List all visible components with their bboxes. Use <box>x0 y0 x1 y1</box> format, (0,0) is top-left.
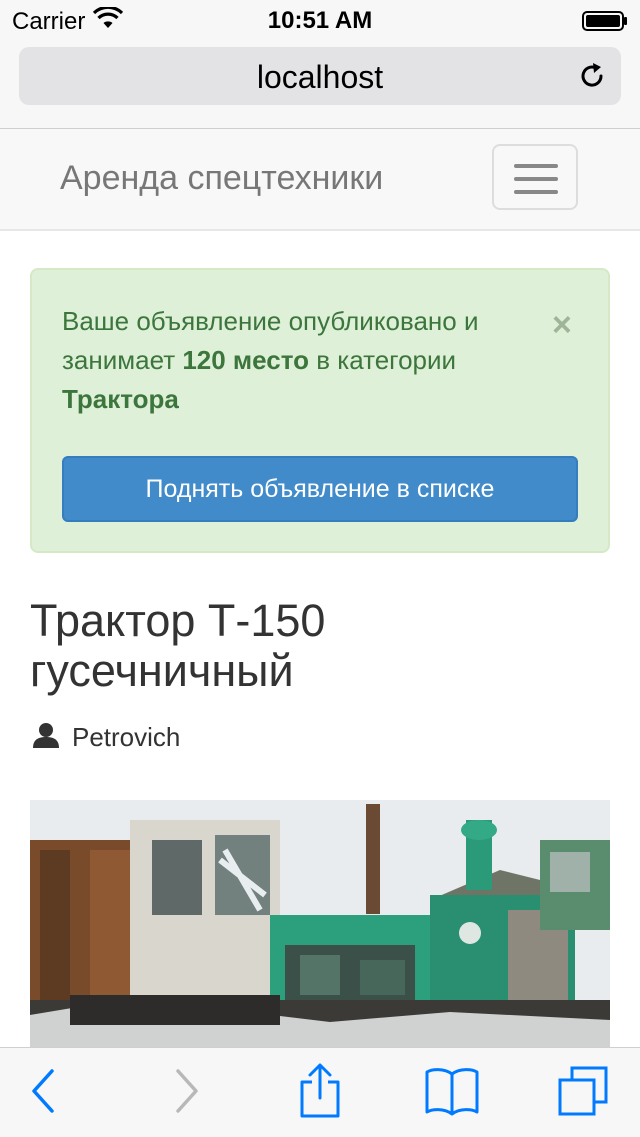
alert-message: Ваше объявление опубликовано и занимает … <box>62 302 532 419</box>
author-name[interactable]: Petrovich <box>72 722 180 753</box>
reload-icon[interactable] <box>577 61 607 91</box>
bookmarks-icon[interactable] <box>424 1066 480 1123</box>
back-icon[interactable] <box>30 1068 56 1119</box>
address-bar[interactable]: localhost <box>19 47 621 105</box>
alert-category: Трактора <box>62 384 179 414</box>
forward-icon[interactable] <box>174 1068 200 1119</box>
close-icon[interactable]: × <box>552 308 572 342</box>
status-left: Carrier <box>12 5 124 36</box>
site-navbar: Аренда спецтехники <box>0 129 640 231</box>
share-icon[interactable] <box>298 1062 342 1123</box>
browser-toolbar <box>0 1047 640 1137</box>
ad-photo[interactable] <box>30 800 610 1048</box>
menu-toggle-button[interactable] <box>492 144 578 210</box>
ad-title: Трактор Т-150 гусечничный <box>30 595 326 696</box>
ad-author: Petrovich <box>32 722 180 753</box>
carrier-label: Carrier <box>12 7 86 35</box>
url-text[interactable]: localhost <box>19 59 621 96</box>
battery-icon <box>582 10 628 31</box>
wifi-icon <box>93 5 124 36</box>
alert-rank: 120 место <box>182 345 310 375</box>
tabs-icon[interactable] <box>556 1064 610 1123</box>
site-brand[interactable]: Аренда спецтехники <box>60 159 383 198</box>
status-bar: 10:51 AM Carrier <box>0 0 640 40</box>
promote-ad-button[interactable]: Поднять объявление в списке <box>62 456 578 522</box>
user-icon <box>32 722 60 753</box>
alert-text-part2: в категории <box>309 345 457 375</box>
success-alert: Ваше объявление опубликовано и занимает … <box>30 268 610 553</box>
browser-address-area: localhost <box>0 40 640 129</box>
